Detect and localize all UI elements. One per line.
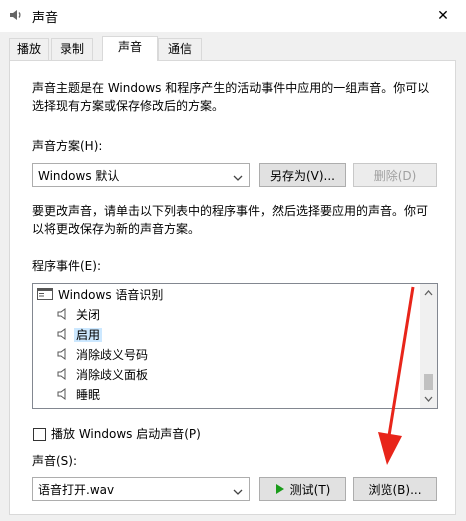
window-icon	[37, 286, 53, 306]
delete-button[interactable]: 删除(D)	[353, 163, 437, 187]
intro-text-line-1: 声音主题是在 Windows 和程序产生的活动事件中应用的一组声音。你可以	[32, 81, 430, 95]
vertical-scrollbar[interactable]	[420, 284, 437, 408]
sound-item-icon	[57, 346, 71, 366]
sound-item-icon	[57, 326, 71, 346]
list-item-label: 消除歧义号码	[76, 348, 149, 362]
sound-label: 声音(S):	[32, 454, 78, 468]
scroll-up-icon	[424, 290, 433, 296]
sound-scheme-select[interactable]: Windows 默认	[32, 163, 250, 187]
program-events-label: 程序事件(E):	[32, 259, 101, 273]
speaker-icon	[8, 7, 24, 23]
save-as-button[interactable]: 另存为(V)...	[259, 163, 346, 187]
sound-item-icon	[57, 386, 71, 406]
tab-communications[interactable]: 通信	[158, 38, 202, 60]
tab-sounds[interactable]: 声音	[102, 36, 158, 61]
list-item-group[interactable]: Windows 语音识别	[37, 285, 163, 305]
chevron-down-icon	[233, 171, 243, 185]
browse-button[interactable]: 浏览(B)...	[353, 477, 437, 501]
startup-sound-label: 播放 Windows 启动声音(P)	[51, 427, 201, 441]
scroll-thumb	[424, 374, 433, 390]
sound-file-select[interactable]: 语音打开.wav	[32, 477, 250, 501]
list-group-label: Windows 语音识别	[58, 288, 164, 302]
sound-scheme-value: Windows 默认	[38, 169, 120, 183]
close-icon: ✕	[437, 8, 449, 24]
tab-recording[interactable]: 录制	[51, 38, 93, 60]
sound-file-value: 语音打开.wav	[38, 483, 115, 497]
test-button-label: 测试(T)	[289, 482, 331, 497]
sound-item-icon	[57, 306, 71, 326]
tab-playback[interactable]: 播放	[9, 38, 49, 60]
list-item[interactable]: 关闭	[57, 305, 100, 325]
play-icon	[275, 483, 285, 495]
list-item-selected[interactable]: 启用	[57, 325, 103, 346]
sound-scheme-label: 声音方案(H):	[32, 139, 103, 153]
close-button[interactable]: ✕	[420, 0, 466, 32]
scroll-down-icon	[424, 396, 433, 402]
program-events-list[interactable]: Windows 语音识别 关闭 启用 消除歧义号码 消除歧义面板 睡眠	[32, 283, 438, 409]
list-item-label: 关闭	[76, 308, 101, 322]
list-item-label: 启用	[74, 328, 103, 342]
list-item[interactable]: 睡眠	[57, 385, 100, 405]
title-bar: 声音 ✕	[0, 0, 466, 32]
change-text-line-2: 以将更改保存为新的声音方案。	[32, 222, 201, 236]
intro-text-line-2: 选择现有方案或保存修改后的方案。	[32, 99, 225, 113]
list-item-label: 消除歧义面板	[76, 368, 149, 382]
list-item[interactable]: 消除歧义号码	[57, 345, 148, 365]
list-item-label: 睡眠	[76, 388, 101, 402]
chevron-down-icon	[233, 485, 243, 499]
test-button[interactable]: 测试(T)	[259, 477, 346, 501]
window-title: 声音	[32, 11, 59, 26]
change-text-line-1: 要更改声音，请单击以下列表中的程序事件，然后选择要应用的声音。你可	[32, 204, 429, 218]
list-item[interactable]: 消除歧义面板	[57, 365, 148, 385]
sound-item-icon	[57, 366, 71, 386]
startup-sound-checkbox[interactable]	[33, 428, 46, 441]
